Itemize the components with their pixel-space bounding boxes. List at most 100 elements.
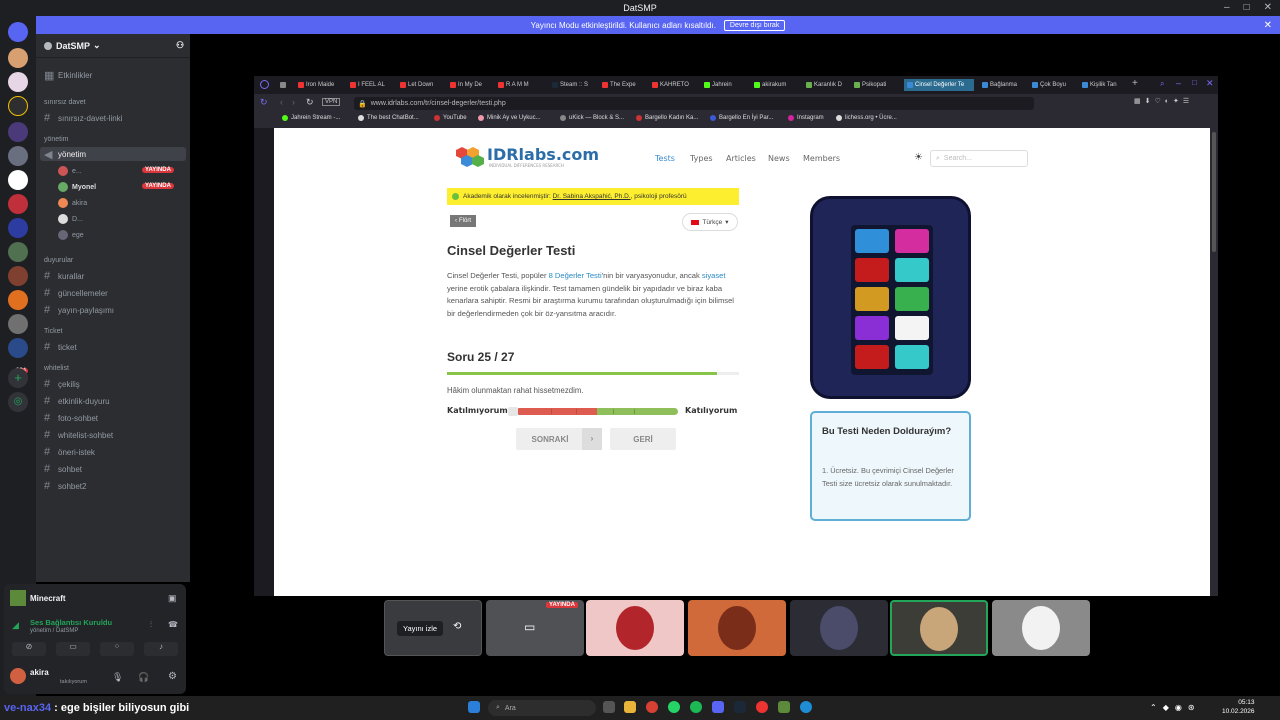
stream-tile-user[interactable] <box>586 600 684 656</box>
server-icon[interactable] <box>8 170 28 190</box>
stream-tile-live[interactable]: YAYINDA ▭ <box>486 600 584 656</box>
nav-types[interactable]: Types <box>690 154 713 163</box>
stream-tile-watch[interactable]: Yayını izle ⟲ <box>384 600 482 656</box>
server-icon[interactable] <box>8 122 28 142</box>
maximize-icon[interactable]: □ <box>1244 2 1250 13</box>
server-icon[interactable] <box>8 72 28 92</box>
windows-start-icon[interactable] <box>468 701 480 713</box>
maximize-icon[interactable]: □ <box>1192 78 1197 87</box>
vpn-icon[interactable]: VPN <box>322 98 341 106</box>
back-button[interactable]: GERİ <box>610 428 676 450</box>
stream-tile-user[interactable] <box>790 600 888 656</box>
spotify-icon[interactable] <box>690 701 702 713</box>
next-button[interactable]: SONRAKİ › <box>516 428 602 450</box>
steam-icon[interactable] <box>734 701 746 713</box>
channel-whitelist[interactable]: # whitelist-sohbet <box>44 429 113 441</box>
bookmark[interactable]: Instagram <box>788 115 824 121</box>
voice-member[interactable]: ege <box>58 230 84 240</box>
close-icon[interactable]: ✕ <box>1264 2 1272 13</box>
browser-tab[interactable]: Jahrein <box>704 79 744 91</box>
server-icon[interactable] <box>8 314 28 334</box>
browser-tab[interactable]: KAHRETO <box>652 79 694 91</box>
browser-tab[interactable]: Bağlanma <box>982 79 1024 91</box>
server-icon[interactable] <box>8 194 28 214</box>
noise-suppression-icon[interactable]: ⫶ <box>150 620 152 630</box>
voice-member[interactable]: D... <box>58 214 83 224</box>
browser-tab[interactable]: Let Down <box>400 79 440 91</box>
idrlabs-logo-icon[interactable] <box>455 145 485 169</box>
server-icon[interactable] <box>8 290 28 310</box>
category-label[interactable]: sınırsız davet <box>44 99 86 106</box>
browser-tab[interactable]: Karanlık D <box>806 79 846 91</box>
soundboard-icon[interactable]: ♪ <box>144 642 178 656</box>
channel-cekilis[interactable]: # çekiliş <box>44 378 80 390</box>
channel-ticket[interactable]: # ticket <box>44 341 77 353</box>
stream-tile-user[interactable] <box>992 600 1090 656</box>
category-label[interactable]: yönetim <box>44 136 69 143</box>
bookmark[interactable]: The best ChatBot... <box>358 115 419 121</box>
server-header[interactable]: DatSMP ⌄ ⚇ <box>36 34 190 58</box>
task-view-icon[interactable] <box>603 701 615 713</box>
theme-toggle-icon[interactable]: ☀ <box>914 152 923 163</box>
browser-tab[interactable]: I FEEL AL <box>350 79 390 91</box>
bookmark[interactable]: uKick — Block & S... <box>560 115 624 121</box>
headphones-icon[interactable]: 🎧 <box>138 672 149 683</box>
channel-foto[interactable]: # foto-sohbet <box>44 412 98 424</box>
browser-tab[interactable]: Steam :: S <box>552 79 592 91</box>
search-input[interactable]: ⌕ Search... <box>930 150 1028 167</box>
server-icon[interactable] <box>8 146 28 166</box>
voice-member[interactable]: Myonel <box>58 182 96 192</box>
edge-icon[interactable] <box>800 701 812 713</box>
screen-share-icon[interactable]: ▭ <box>56 642 90 656</box>
minimize-icon[interactable]: – <box>1176 78 1181 88</box>
reload-icon[interactable]: ↻ <box>260 97 268 108</box>
browser-tab[interactable]: The Expe <box>602 79 642 91</box>
scrollbar[interactable] <box>1210 128 1218 596</box>
whatsapp-icon[interactable] <box>668 701 680 713</box>
close-icon[interactable]: ✕ <box>1206 78 1214 89</box>
browser-tab[interactable]: R A M M <box>498 79 540 91</box>
discord-home-icon[interactable] <box>8 22 28 42</box>
browser-menu-icon[interactable] <box>260 80 269 89</box>
browser-tab-active[interactable]: Cinsel Değerler Te <box>904 79 974 91</box>
add-server-icon[interactable]: + <box>8 368 28 388</box>
chrome-icon[interactable] <box>646 701 658 713</box>
channel-yonetim-voice[interactable]: ◀ yönetim <box>40 147 186 161</box>
activities-icon[interactable]: ⁘ <box>100 642 134 656</box>
bookmark[interactable]: lichess.org • Ücre... <box>836 115 897 121</box>
avatar[interactable] <box>10 668 26 684</box>
taskbar-search[interactable]: ⌕ Ara <box>488 700 596 716</box>
voice-member[interactable]: e... <box>58 166 82 176</box>
browser-tab[interactable]: In My De <box>450 79 490 91</box>
disconnect-icon[interactable]: ☎ <box>168 620 178 629</box>
user-name[interactable]: akira <box>30 668 49 677</box>
stream-tile-user-speaking[interactable] <box>890 600 988 656</box>
category-label[interactable]: duyurular <box>44 257 73 264</box>
site-logo[interactable]: IDRlabs.com <box>487 145 599 164</box>
tray-icons[interactable]: ⌃◆◉⊛ <box>1150 703 1201 712</box>
activity-icon[interactable]: ▣ <box>168 593 177 604</box>
channel-sohbet2[interactable]: # sohbet2 <box>44 480 86 492</box>
link-politics[interactable]: siyaset <box>702 271 726 280</box>
channel-invite[interactable]: # sınırsız-davet-linki <box>44 112 122 124</box>
disable-streamer-button[interactable]: Devre dışı bırak <box>723 19 786 31</box>
reviewer-link[interactable]: Dr. Sabina Akspahić, Ph.D. <box>553 193 631 200</box>
voice-location[interactable]: yönetim / DatSMP <box>30 628 78 634</box>
nav-news[interactable]: News <box>768 154 790 163</box>
taskbar-clock[interactable]: 05:13 10.02.2026 <box>1222 698 1255 716</box>
server-icon[interactable] <box>8 266 28 286</box>
address-bar[interactable]: 🔒 www.idrlabs.com/tr/cinsel-degerler/tes… <box>354 97 1034 110</box>
voice-status[interactable]: Ses Bağlantısı Kuruldu <box>30 618 112 627</box>
back-icon[interactable]: ‹ <box>280 97 283 107</box>
browser-tab[interactable]: Çok Boyu <box>1032 79 1072 91</box>
stream-icon[interactable]: ⟲ <box>453 621 461 632</box>
nav-articles[interactable]: Articles <box>726 154 756 163</box>
discover-icon[interactable]: ◎ <box>8 392 28 412</box>
close-icon[interactable]: ✕ <box>1264 20 1272 31</box>
category-label[interactable]: whitelist <box>44 365 69 372</box>
server-icon[interactable] <box>8 218 28 238</box>
refresh-icon[interactable]: ↻ <box>306 97 314 108</box>
events-item[interactable]: ▦ Etkinlikler <box>44 69 92 82</box>
answer-slider[interactable] <box>508 407 678 416</box>
channel-yayin[interactable]: # yayın-paylaşımı <box>44 304 114 316</box>
